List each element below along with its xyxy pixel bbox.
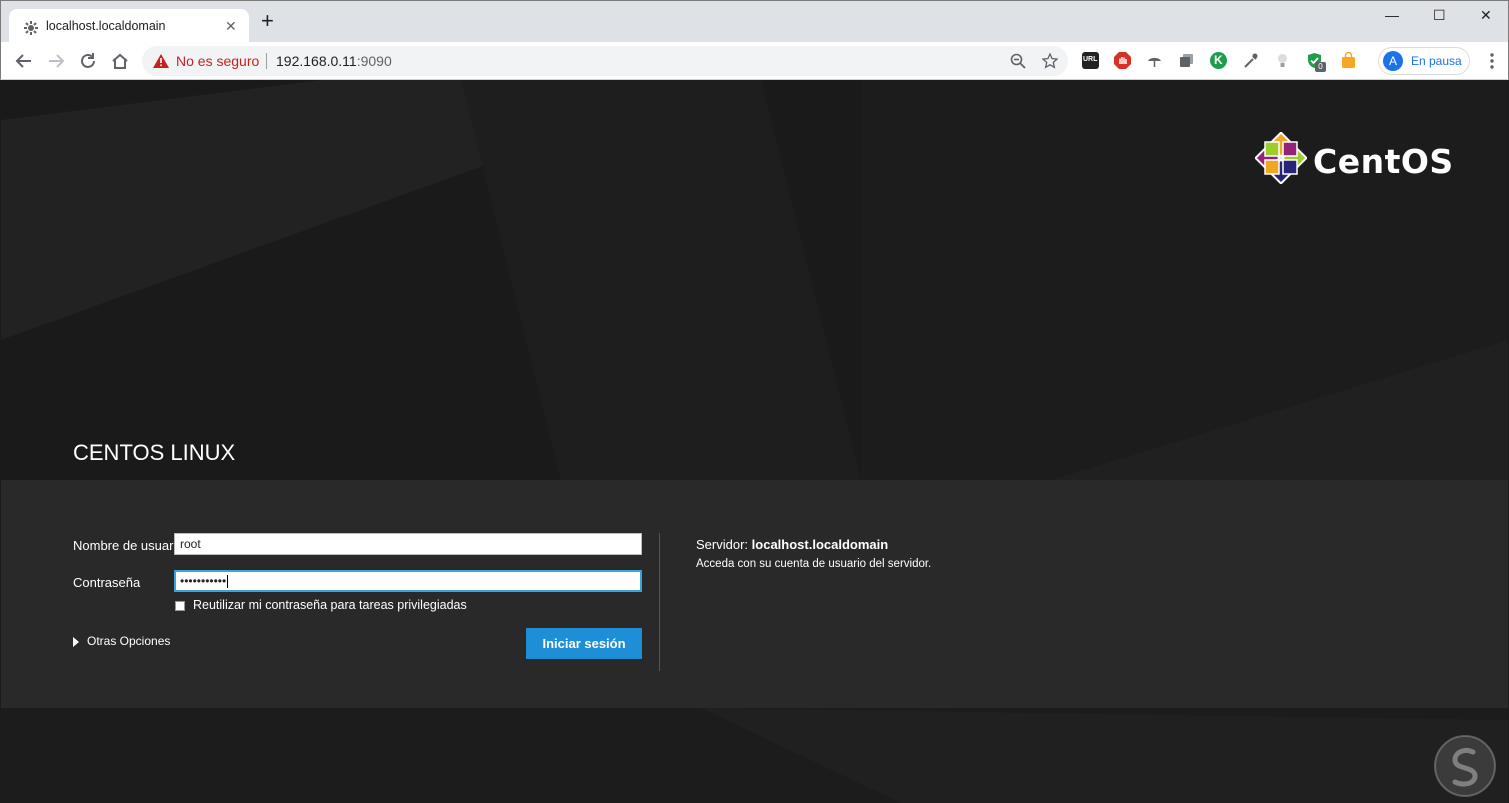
server-host: localhost.localdomain (751, 537, 889, 552)
maximize-button[interactable]: ☐ (1433, 7, 1446, 24)
expand-triangle-icon (73, 636, 79, 647)
forward-arrow-icon[interactable] (45, 50, 67, 72)
browser-menu-icon[interactable] (1489, 52, 1495, 70)
shield-badge: 0 (1315, 62, 1326, 72)
zoom-out-icon[interactable] (1010, 53, 1026, 69)
centos-emblem-icon (1254, 131, 1308, 185)
url-shortener-icon[interactable]: URL (1082, 52, 1099, 69)
url-ext-text: URL (1083, 56, 1098, 63)
lightbulb-icon[interactable] (1274, 52, 1291, 69)
cockpit-favicon-icon (24, 21, 38, 35)
bookmark-star-icon[interactable] (1042, 53, 1058, 69)
url-host: 192.168.0.11 (276, 53, 357, 69)
reuse-password-label[interactable]: Reutilizar mi contraseña para tareas pri… (193, 598, 467, 612)
server-info: Servidor: localhost.localdomain (696, 537, 888, 552)
text-cursor (227, 575, 229, 589)
login-panel: Nombre de usuario root Contraseña ••••••… (1, 480, 1508, 708)
browser-tab-strip: localhost.localdomain ✕ + — ☐ ✕ (0, 0, 1509, 43)
minimize-button[interactable]: — (1385, 7, 1399, 23)
close-window-button[interactable]: ✕ (1480, 7, 1492, 24)
new-tab-button[interactable]: + (261, 10, 274, 32)
tab-title: localhost.localdomain (46, 19, 166, 33)
other-options-toggle[interactable]: Otras Opciones (73, 634, 170, 648)
other-options-label: Otras Opciones (87, 634, 171, 648)
browser-tab[interactable]: localhost.localdomain ✕ (9, 9, 249, 43)
profile-button[interactable]: A En pausa (1378, 47, 1470, 75)
profile-status-label: En pausa (1411, 54, 1462, 68)
address-bar[interactable]: No es seguro 192.168.0.11:9090 (142, 46, 1068, 76)
address-separator (266, 53, 267, 69)
tab-close-icon[interactable]: ✕ (225, 18, 237, 35)
watermark-logo-icon (1434, 735, 1496, 797)
username-label: Nombre de usuario (73, 538, 175, 553)
home-icon[interactable] (109, 50, 131, 72)
username-input[interactable]: root (174, 533, 642, 555)
browser-toolbar: No es seguro 192.168.0.11:9090 URL K 0 A… (0, 42, 1509, 80)
login-button[interactable]: Iniciar sesión (526, 628, 642, 659)
os-name-heading: CENTOS LINUX (73, 440, 236, 465)
back-arrow-icon[interactable] (13, 50, 35, 72)
url-text[interactable]: 192.168.0.11:9090 (276, 53, 392, 69)
brand-wordmark: CentOS (1313, 142, 1454, 181)
password-label: Contraseña (73, 575, 141, 590)
k-extension-icon[interactable]: K (1210, 52, 1227, 69)
reuse-password-checkbox[interactable] (175, 601, 185, 611)
password-input[interactable]: ••••••••••• (174, 570, 642, 592)
umbrella-icon[interactable] (1146, 52, 1163, 69)
shield-check-icon[interactable]: 0 (1306, 52, 1326, 72)
k-ext-text: K (1214, 53, 1223, 67)
eyedropper-icon[interactable] (1242, 52, 1259, 69)
adblock-icon[interactable] (1114, 52, 1131, 69)
bag-icon[interactable] (1340, 52, 1357, 69)
server-help-text: Acceda con su cuenta de usuario del serv… (696, 558, 932, 570)
security-status-text[interactable]: No es seguro (176, 53, 259, 69)
centos-logo: CentOS (1254, 131, 1455, 188)
tabs-icon[interactable] (1178, 52, 1195, 69)
avatar: A (1383, 51, 1403, 71)
reload-icon[interactable] (77, 50, 99, 72)
panel-divider (659, 533, 660, 671)
server-label: Servidor: (696, 537, 749, 552)
warning-triangle-icon[interactable] (153, 54, 169, 68)
password-mask: ••••••••••• (180, 574, 227, 588)
url-port: :9090 (356, 53, 392, 69)
login-page: CentOS CENTOS LINUX Nombre de usuario ro… (1, 80, 1508, 803)
